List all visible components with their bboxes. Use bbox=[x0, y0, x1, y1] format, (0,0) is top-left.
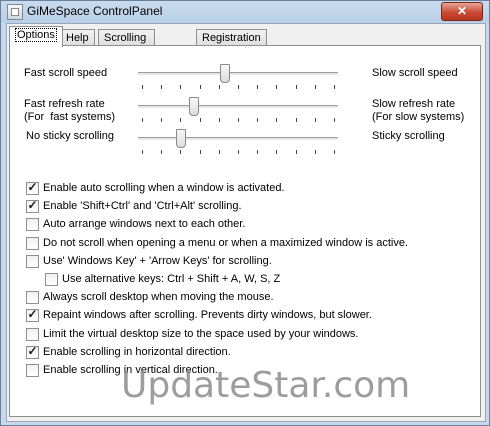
checkmark-icon: ✓ bbox=[27, 198, 38, 213]
client-area: Options Help Scrolling Windows Registrat… bbox=[6, 23, 486, 422]
slider-tick bbox=[142, 85, 143, 89]
slider-tick bbox=[142, 118, 143, 122]
slider-tick bbox=[238, 118, 239, 122]
option-label[interactable]: Use' Windows Key' + 'Arrow Keys' for scr… bbox=[43, 254, 272, 268]
slider-tick bbox=[218, 150, 220, 154]
app-window: GiMeSpace ControlPanel ✕ Options Help Sc… bbox=[0, 0, 490, 426]
slider-tick bbox=[199, 85, 201, 89]
checkbox[interactable] bbox=[26, 218, 39, 232]
slider-tick bbox=[257, 85, 259, 89]
tab-options[interactable]: Options bbox=[9, 26, 63, 47]
checkbox[interactable] bbox=[26, 327, 39, 341]
slider-thumb[interactable] bbox=[219, 64, 230, 83]
checkmark-icon: ✓ bbox=[27, 180, 38, 194]
checkmark-icon: ✓ bbox=[27, 343, 38, 358]
checkbox[interactable] bbox=[26, 236, 39, 250]
option-label[interactable]: Enable 'Shift+Ctrl' and 'Ctrl+Alt' scrol… bbox=[43, 199, 242, 213]
checked-checkbox[interactable]: ✓ bbox=[26, 198, 39, 214]
slider-tick bbox=[238, 85, 239, 89]
slider-sticky-left-label: No sticky scrolling bbox=[26, 130, 115, 142]
title-bar[interactable]: GiMeSpace ControlPanel ✕ bbox=[1, 1, 489, 23]
slider-tick bbox=[161, 85, 163, 89]
checked-checkbox[interactable]: ✓ bbox=[26, 180, 39, 195]
options-panel: Fast scroll speed Slow scroll speed Fast… bbox=[9, 45, 481, 417]
option-label[interactable]: Auto arrange windows next to each other. bbox=[43, 217, 245, 231]
slider-tick bbox=[314, 150, 316, 154]
option-label[interactable]: Do not scroll when opening a menu or whe… bbox=[43, 236, 408, 250]
option-label[interactable]: Limit the virtual desktop size to the sp… bbox=[43, 327, 359, 341]
watermark: UpdateStar.com bbox=[121, 365, 411, 406]
slider-tick bbox=[180, 85, 182, 89]
slider-sticky-right-label: Sticky scrolling bbox=[372, 130, 445, 142]
app-icon bbox=[7, 4, 23, 20]
slider-tick bbox=[295, 118, 297, 122]
slider-tick bbox=[257, 150, 259, 154]
slider-tick bbox=[142, 150, 143, 154]
close-button[interactable]: ✕ bbox=[441, 2, 483, 21]
option-label[interactable]: Enable auto scrolling when a window is a… bbox=[43, 181, 285, 195]
checkmark-icon: ✓ bbox=[27, 307, 38, 322]
slider-tick bbox=[295, 85, 297, 89]
slider-tick bbox=[180, 118, 182, 122]
checkbox[interactable] bbox=[26, 364, 39, 377]
slider-tick bbox=[218, 118, 220, 122]
window-title: GiMeSpace ControlPanel bbox=[27, 4, 163, 18]
option-label[interactable]: Always scroll desktop when moving the mo… bbox=[43, 290, 274, 304]
slider-tick bbox=[257, 118, 259, 122]
slider-tick bbox=[334, 118, 335, 122]
slider-tick bbox=[218, 85, 220, 89]
slider-track[interactable] bbox=[138, 105, 338, 109]
slider-track[interactable] bbox=[138, 72, 338, 76]
slider-tick bbox=[334, 150, 335, 154]
slider-tick bbox=[161, 150, 163, 154]
checkbox[interactable] bbox=[26, 291, 39, 305]
option-label[interactable]: Repaint windows after scrolling. Prevent… bbox=[43, 308, 372, 322]
checked-checkbox[interactable]: ✓ bbox=[26, 307, 39, 323]
slider-tick bbox=[199, 118, 201, 122]
slider-tick bbox=[276, 85, 278, 89]
checkbox[interactable] bbox=[45, 273, 58, 286]
slider-tick bbox=[314, 85, 316, 89]
slider-tick bbox=[161, 118, 163, 122]
slider-track[interactable] bbox=[138, 137, 338, 141]
slider-thumb[interactable] bbox=[176, 129, 186, 148]
checked-checkbox[interactable]: ✓ bbox=[26, 343, 39, 359]
option-label[interactable]: Enable scrolling in horizontal direction… bbox=[43, 345, 231, 359]
slider-tick bbox=[276, 150, 278, 154]
slider-tick bbox=[276, 118, 278, 122]
slider-tick bbox=[295, 150, 297, 154]
slider-scroll-speed-right-label: Slow scroll speed bbox=[372, 67, 458, 79]
close-icon: ✕ bbox=[456, 4, 468, 18]
slider-refresh-rate-left-label: Fast refresh rate (For fast systems) bbox=[24, 98, 116, 123]
option-label[interactable]: Use alternative keys: Ctrl + Shift + A, … bbox=[62, 272, 280, 286]
slider-refresh-rate-right-label: Slow refresh rate (For slow systems) bbox=[372, 98, 465, 123]
slider-scroll-speed-left-label: Fast scroll speed bbox=[24, 67, 108, 79]
slider-tick bbox=[334, 85, 335, 89]
slider-thumb[interactable] bbox=[189, 97, 200, 116]
checkbox[interactable] bbox=[26, 254, 39, 268]
slider-tick bbox=[314, 118, 316, 122]
slider-tick bbox=[238, 150, 239, 154]
slider-tick bbox=[199, 150, 201, 154]
slider-tick bbox=[180, 150, 182, 154]
